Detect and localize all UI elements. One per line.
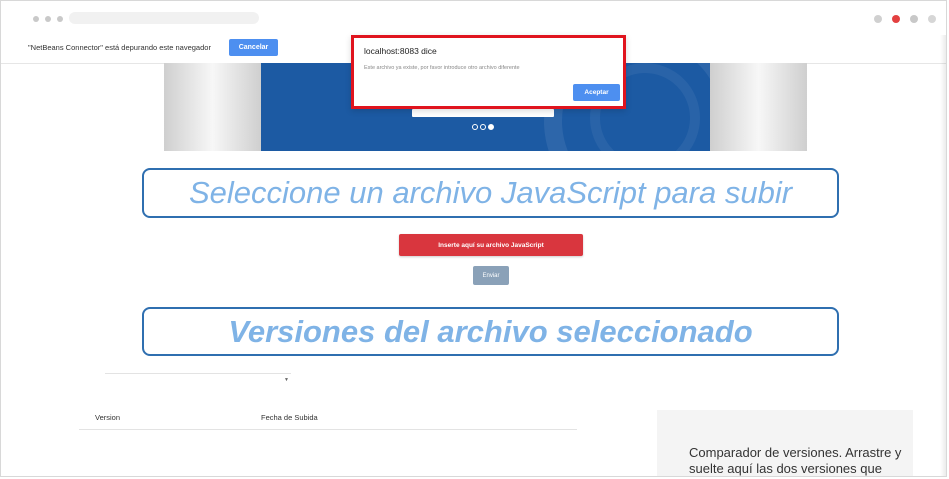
address-bar[interactable]	[69, 12, 259, 24]
column-header-version: Version	[95, 413, 121, 422]
cancel-button[interactable]: Cancelar	[229, 39, 278, 56]
carousel-dot[interactable]	[472, 124, 478, 130]
versions-heading: Versiones del archivo seleccionado	[142, 307, 839, 356]
carousel-indicators	[472, 124, 494, 132]
dialog-title: localhost:8083 dice	[364, 46, 437, 56]
carousel-dot[interactable]	[488, 124, 494, 130]
comparator-text: Comparador de versiones. Arrastre y suel…	[689, 445, 902, 476]
versions-table-header: Version Fecha de Subida	[79, 407, 577, 430]
browser-toolbar	[1, 1, 946, 36]
infobar-message: "NetBeans Connector" está depurando este…	[28, 43, 211, 52]
alert-dialog: localhost:8083 dice Este archivo ya exis…	[351, 35, 626, 109]
version-comparator-dropzone[interactable]: Comparador de versiones. Arrastre y suel…	[657, 410, 913, 476]
upload-heading: Seleccione un archivo JavaScript para su…	[142, 168, 839, 218]
forward-icon[interactable]	[45, 16, 51, 22]
menu-icon[interactable]	[928, 15, 936, 23]
carousel-right-edge	[710, 63, 807, 151]
browser-window: "NetBeans Connector" está depurando este…	[0, 0, 947, 477]
settings-icon[interactable]	[910, 15, 918, 23]
file-select[interactable]	[105, 373, 291, 374]
back-icon[interactable]	[33, 16, 39, 22]
carousel-dot[interactable]	[480, 124, 486, 130]
extension-icon[interactable]	[874, 15, 882, 23]
dialog-message: Este archivo ya existe, por favor introd…	[364, 65, 520, 71]
column-header-date: Fecha de Subida	[261, 413, 318, 422]
carousel-left-edge	[164, 63, 261, 151]
profile-icon[interactable]	[892, 15, 900, 23]
accept-button[interactable]: Aceptar	[573, 84, 620, 101]
reload-icon[interactable]	[57, 16, 63, 22]
banner-search-box[interactable]	[412, 109, 554, 117]
window-edge-shadow	[940, 35, 946, 476]
send-button[interactable]: Enviar	[473, 266, 509, 285]
caret-down-icon[interactable]: ▼	[284, 377, 289, 383]
file-upload-button[interactable]: Inserte aquí su archivo JavaScript	[399, 234, 583, 256]
